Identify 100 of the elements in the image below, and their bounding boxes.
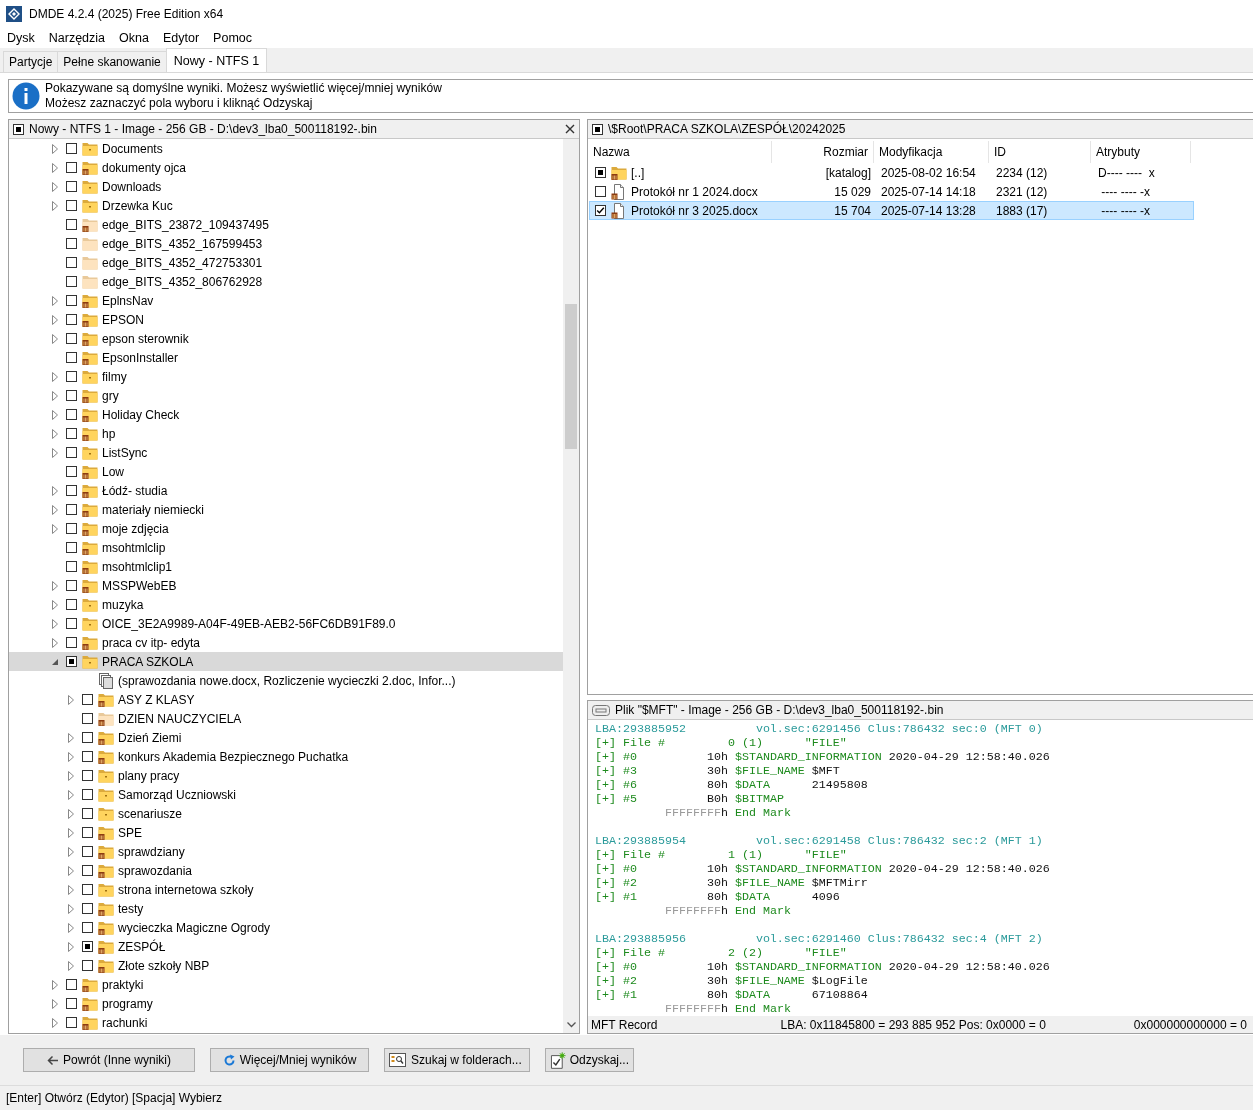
expand-icon[interactable] [65,826,77,839]
expand-icon[interactable] [65,845,77,858]
checkbox[interactable] [66,162,77,173]
scroll-down-icon[interactable] [567,1022,576,1028]
tree-item[interactable]: EplnsNav [9,291,563,310]
tree-item[interactable]: SPE [9,823,563,842]
tree-item[interactable]: Downloads [9,177,563,196]
checkbox[interactable] [66,1017,77,1028]
checkbox[interactable] [66,314,77,325]
tree-item[interactable]: EPSON [9,310,563,329]
expand-icon[interactable] [65,959,77,972]
expand-icon[interactable] [49,161,61,174]
file-row[interactable]: Protokół nr 3 2025.docx 15 704 2025-07-14 13:28 1883 (17) ---- ---- -x [589,201,1194,220]
tree-item[interactable]: edge_BITS_4352_472753301 [9,253,563,272]
tree-item[interactable]: testy [9,899,563,918]
expand-icon[interactable] [65,693,77,706]
checkbox[interactable] [66,409,77,420]
expand-icon[interactable] [49,484,61,497]
expand-icon[interactable] [49,978,61,991]
menu-item[interactable]: Okna [119,31,149,45]
checkbox[interactable] [66,485,77,496]
tree-item[interactable]: konkurs Akademia Bezpiecznego Puchatka [9,747,563,766]
checkbox[interactable] [66,390,77,401]
expand-icon[interactable] [49,598,61,611]
checkbox[interactable] [66,333,77,344]
tree-item[interactable]: sprawozdania [9,861,563,880]
expand-icon[interactable] [65,902,77,915]
checkbox[interactable] [66,352,77,363]
checkbox[interactable] [82,960,93,971]
expand-icon[interactable] [49,636,61,649]
tree-item[interactable]: plany pracy [9,766,563,785]
tree-item[interactable]: dokumenty ojca [9,158,563,177]
tree-item[interactable]: moje zdjęcia [9,519,563,538]
file-row[interactable]: Protokół nr 1 2024.docx 15 029 2025-07-14 14:18 2321 (12) ---- ---- -x [589,182,1194,201]
checkbox[interactable] [595,186,606,197]
checkbox[interactable] [66,618,77,629]
tree-item[interactable]: Holiday Check [9,405,563,424]
expand-icon[interactable] [49,997,61,1010]
tree-item[interactable]: MSSPWebEB [9,576,563,595]
tree-item[interactable]: Documents [9,139,563,158]
checkbox[interactable] [66,257,77,268]
tree-item[interactable]: ZESPÓŁ [9,937,563,956]
tree-item[interactable]: praca cv itp- edyta [9,633,563,652]
checkbox[interactable] [82,732,93,743]
scrollbar[interactable] [563,139,579,1033]
tree-item[interactable]: filmy [9,367,563,386]
tree-item[interactable]: EpsonInstaller [9,348,563,367]
column-header[interactable]: Modyfikacja [874,141,989,163]
menu-item[interactable]: Pomoc [213,31,252,45]
checkbox[interactable] [82,941,93,952]
tree-item[interactable]: Dzień Ziemi [9,728,563,747]
tree-item[interactable]: Samorząd Uczniowski [9,785,563,804]
tree-item[interactable]: edge_BITS_23872_109437495 [9,215,563,234]
checkbox[interactable] [82,808,93,819]
expand-icon[interactable] [49,522,61,535]
expand-icon[interactable] [65,921,77,934]
checkbox[interactable] [66,181,77,192]
checkbox[interactable] [82,922,93,933]
column-header[interactable]: Atrybuty [1091,141,1191,163]
tree-item[interactable]: materiały niemiecki [9,500,563,519]
checkbox[interactable] [82,846,93,857]
tree-item[interactable]: praktyki [9,975,563,994]
tree-item[interactable]: Łódź- studia [9,481,563,500]
tab[interactable]: Nowy - NTFS 1 [165,48,268,72]
expand-icon[interactable] [49,389,61,402]
checkbox[interactable] [82,694,93,705]
checkbox[interactable] [66,637,77,648]
column-header[interactable]: ID [989,141,1091,163]
tree-item[interactable]: msohtmlclip1 [9,557,563,576]
expand-icon[interactable] [49,503,61,516]
tree-item[interactable]: rachunki [9,1013,563,1032]
checkbox[interactable] [66,295,77,306]
refresh-button[interactable]: Więcej/Mniej wyników [210,1048,369,1072]
expand-icon[interactable] [65,769,77,782]
tree-item[interactable]: Drzewka Kuc [9,196,563,215]
expand-icon[interactable] [49,427,61,440]
expand-icon[interactable] [49,294,61,307]
expand-icon[interactable] [49,313,61,326]
expand-icon[interactable] [49,617,61,630]
tree-item[interactable]: hp [9,424,563,443]
checkbox[interactable] [66,219,77,230]
checkbox[interactable] [595,205,606,216]
checkbox[interactable] [82,865,93,876]
expand-icon[interactable] [65,883,77,896]
expand-icon[interactable] [49,142,61,155]
expand-icon[interactable] [65,750,77,763]
expand-icon[interactable] [49,1016,61,1029]
tree-item[interactable]: gry [9,386,563,405]
checkbox[interactable] [66,143,77,154]
tree-item[interactable]: edge_BITS_4352_806762928 [9,272,563,291]
expand-icon[interactable] [49,180,61,193]
checkbox[interactable] [66,276,77,287]
expand-icon[interactable] [49,579,61,592]
expand-icon[interactable] [49,408,61,421]
expand-icon[interactable] [65,807,77,820]
tree-item[interactable]: muzyka [9,595,563,614]
checkbox[interactable] [66,656,77,667]
expand-icon[interactable] [65,864,77,877]
checkbox[interactable] [66,561,77,572]
tree-item[interactable]: ListSync [9,443,563,462]
